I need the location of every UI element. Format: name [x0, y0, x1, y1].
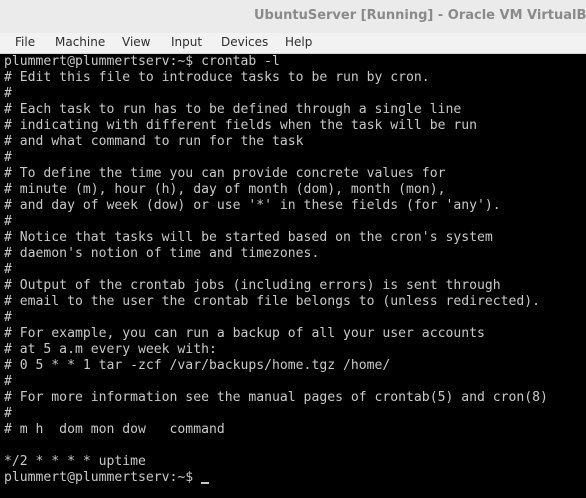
- terminal-line: # Output of the crontab jobs (including …: [4, 278, 501, 293]
- terminal-line: # Edit this file to introduce tasks to b…: [4, 70, 430, 85]
- prompt-text: plummert@plummertserv:~$: [4, 470, 202, 485]
- terminal-line: # For example, you can run a backup of a…: [4, 326, 485, 341]
- title-bar[interactable]: UbuntuServer [Running] - Oracle VM Virtu…: [0, 0, 586, 33]
- terminal-line: # 0 5 * * 1 tar -zcf /var/backups/home.t…: [4, 358, 391, 373]
- terminal-line: # at 5 a.m every week with:: [4, 342, 217, 357]
- menu-file[interactable]: File: [15, 35, 35, 49]
- prompt-command-line: plummert@plummertserv:~$ crontab -l: [4, 54, 280, 69]
- terminal-line: # and day of week (dow) or use '*' in th…: [4, 198, 501, 213]
- terminal-line: # For more information see the manual pa…: [4, 390, 548, 405]
- menu-view[interactable]: View: [122, 35, 150, 49]
- terminal-line: # Each task to run has to be defined thr…: [4, 102, 462, 117]
- virtualbox-window: UbuntuServer [Running] - Oracle VM Virtu…: [0, 0, 586, 498]
- terminal-line: #: [4, 150, 12, 165]
- terminal-line: #: [4, 374, 12, 389]
- terminal-line: # To define the time you can provide con…: [4, 166, 446, 181]
- text-cursor: [201, 482, 210, 484]
- terminal-line: #: [4, 310, 12, 325]
- terminal-line: #: [4, 214, 12, 229]
- terminal-line: # indicating with different fields when …: [4, 118, 477, 133]
- terminal-line: # Notice that tasks will be started base…: [4, 230, 493, 245]
- terminal-line: #: [4, 406, 12, 421]
- terminal-line: # m h dom mon dow command: [4, 422, 225, 437]
- menu-help[interactable]: Help: [285, 35, 312, 49]
- shell-prompt[interactable]: plummert@plummertserv:~$: [4, 470, 210, 486]
- terminal-line: #: [4, 86, 12, 101]
- window-title: UbuntuServer [Running] - Oracle VM Virtu…: [254, 8, 586, 23]
- terminal-line: # email to the user the crontab file bel…: [4, 294, 541, 309]
- terminal-line: # minute (m), hour (h), day of month (do…: [4, 182, 446, 197]
- menu-machine[interactable]: Machine: [55, 35, 105, 49]
- terminal-line: #: [4, 262, 12, 277]
- terminal-console[interactable]: plummert@plummertserv:~$ crontab -l # Ed…: [0, 54, 586, 498]
- menu-devices[interactable]: Devices: [221, 35, 268, 49]
- terminal-line: # daemon's notion of time and timezones.: [4, 246, 320, 261]
- menu-input[interactable]: Input: [171, 35, 202, 49]
- crontab-entry: */2 * * * * uptime: [4, 454, 146, 469]
- terminal-line: # and what command to run for the task: [4, 134, 304, 149]
- menu-bar: File Machine View Input Devices Help: [0, 33, 586, 54]
